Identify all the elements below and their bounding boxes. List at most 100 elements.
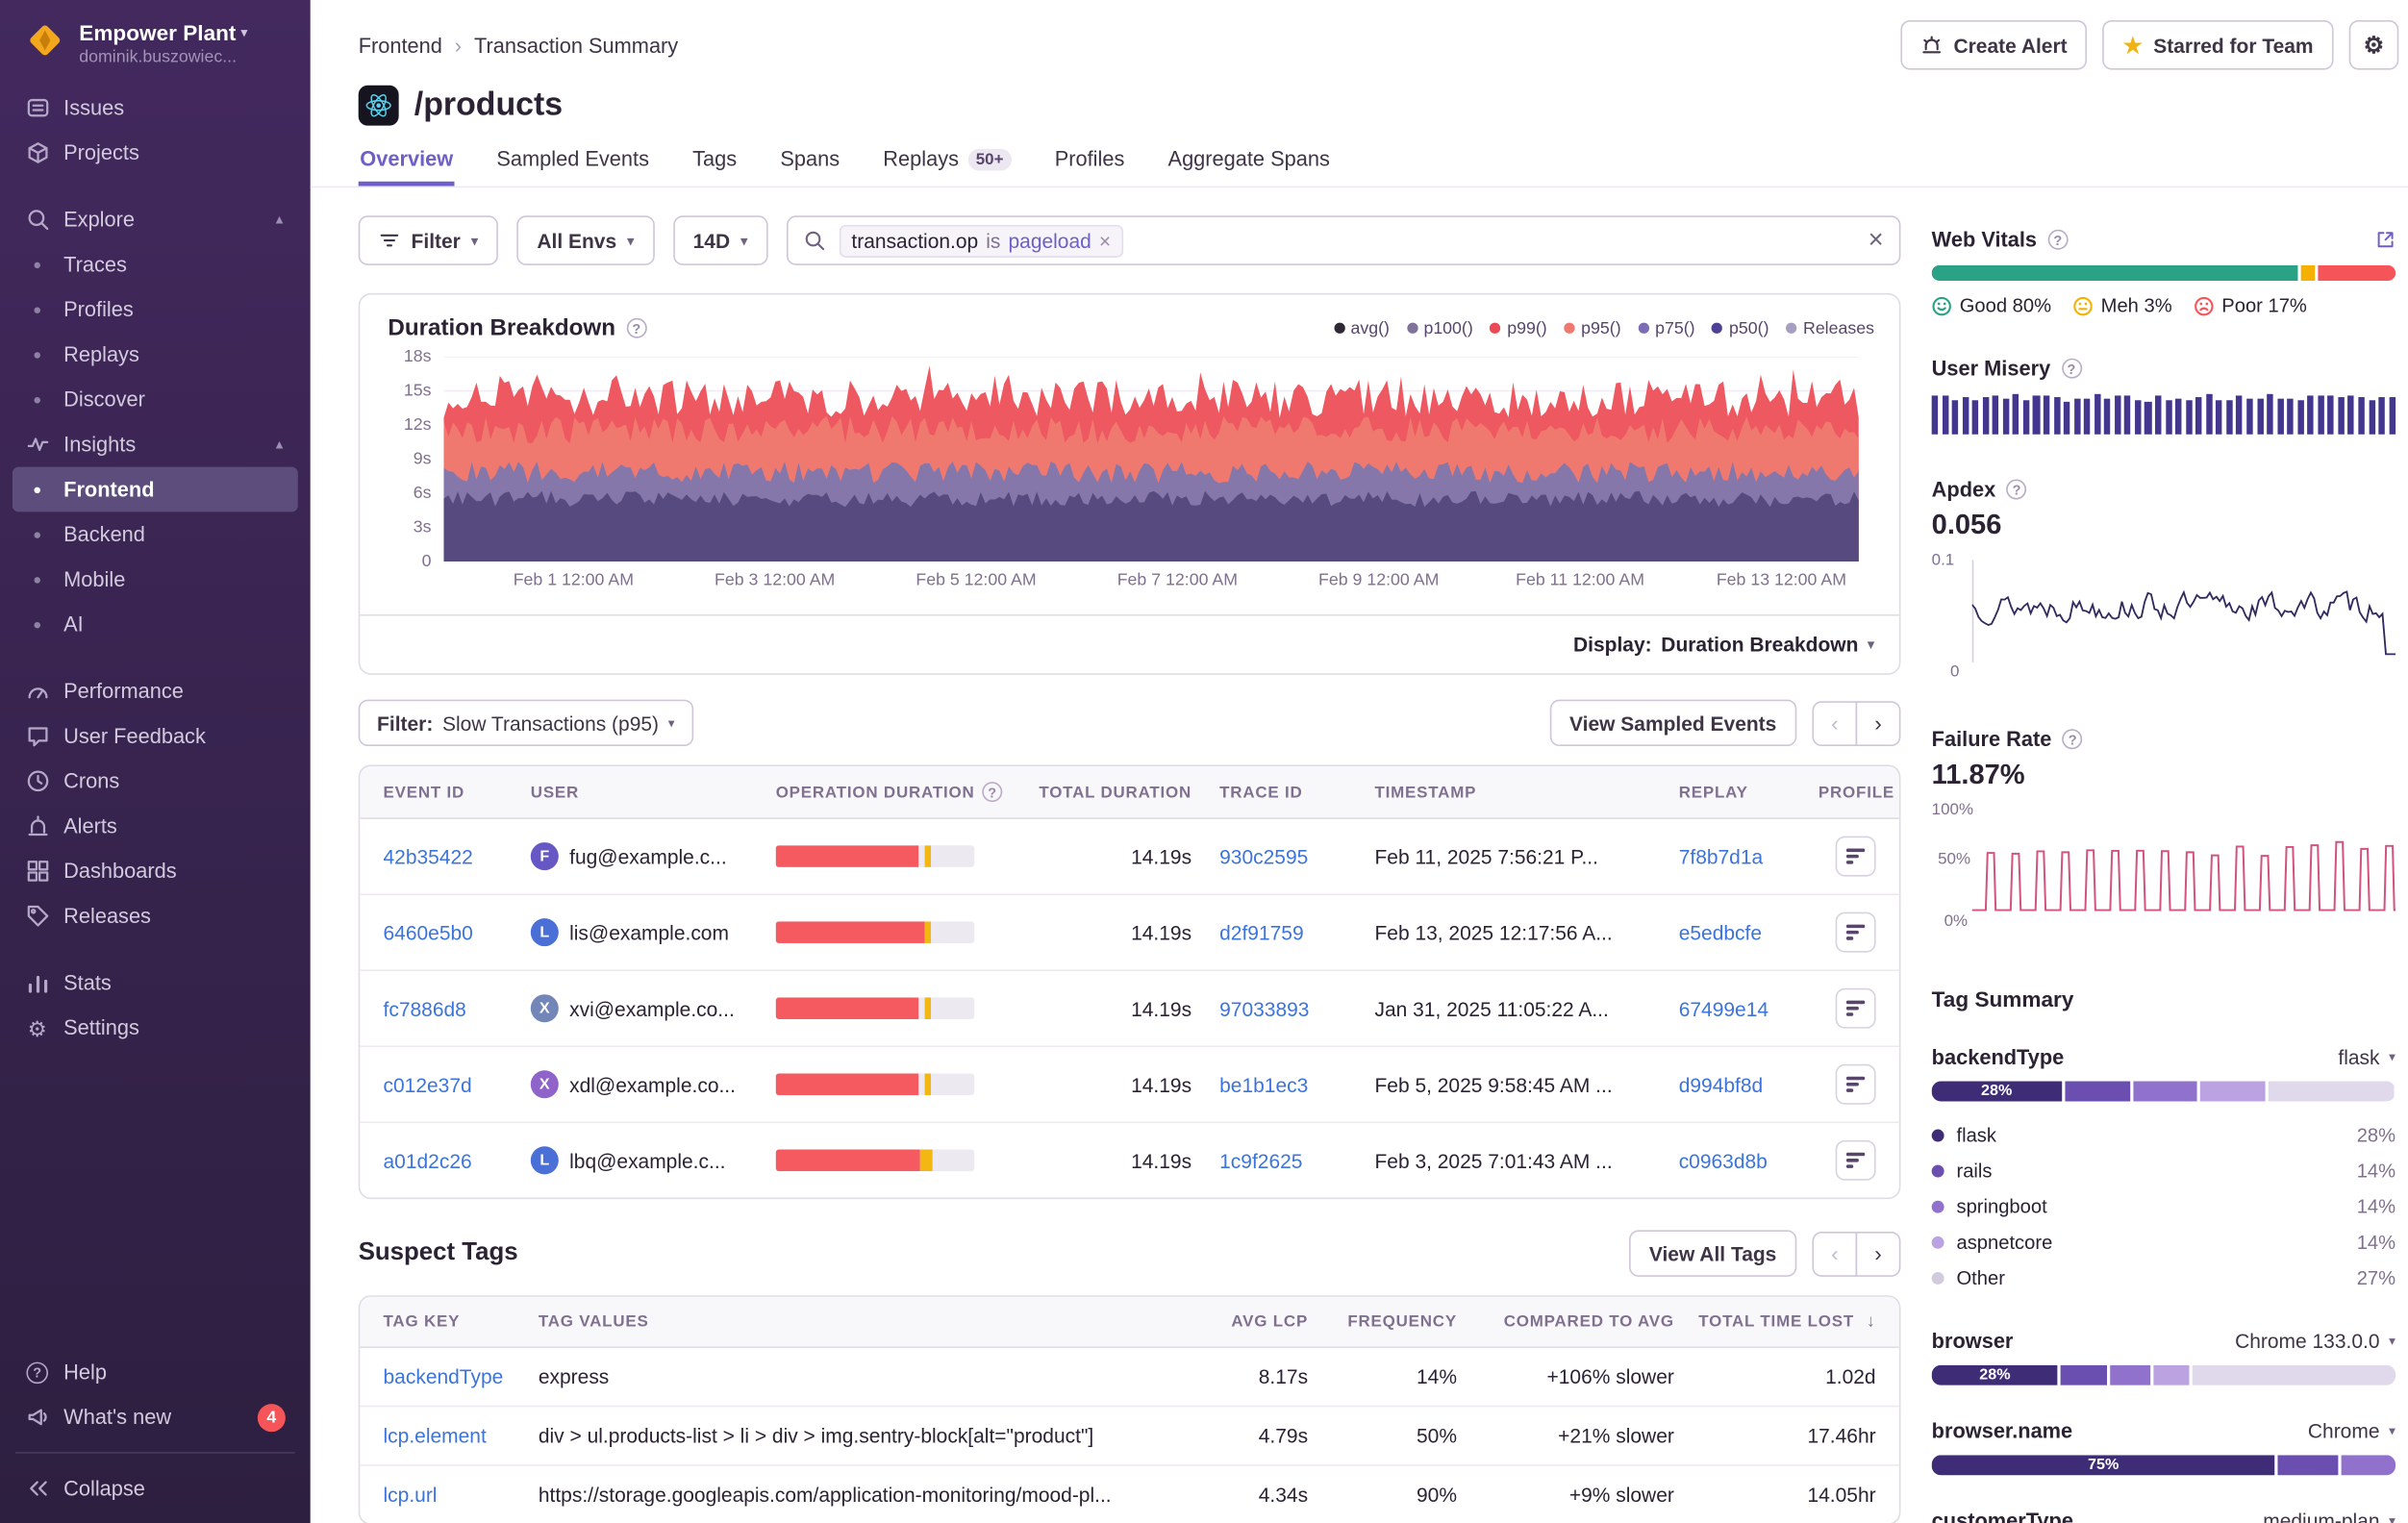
create-alert-button[interactable]: Create Alert [1901, 20, 2088, 70]
tag-group-select[interactable]: medium-plan▾ [2263, 1510, 2395, 1523]
info-icon[interactable]: ? [2007, 480, 2027, 500]
sidebar-item-user-feedback[interactable]: User Feedback [13, 713, 298, 759]
starred-for-team-button[interactable]: ★ Starred for Team [2103, 20, 2334, 70]
info-icon[interactable]: ? [626, 318, 646, 338]
sidebar-item-alerts[interactable]: Alerts [13, 804, 298, 849]
sidebar-item-issues[interactable]: Issues [13, 86, 298, 131]
tab-sampled-events[interactable]: Sampled Events [495, 147, 651, 186]
tag-distribution-bar[interactable]: 28% [1932, 1365, 2395, 1386]
legend-item[interactable]: p99() [1490, 319, 1546, 337]
sidebar-item-help[interactable]: ? Help [13, 1350, 298, 1395]
tag-distribution-bar[interactable]: 75% [1932, 1455, 2395, 1475]
info-icon[interactable]: ? [2061, 359, 2081, 379]
sidebar-item-releases[interactable]: Releases [13, 893, 298, 938]
event-id-link[interactable]: 6460e5b0 [384, 921, 531, 944]
profile-icon[interactable] [1836, 988, 1876, 1029]
tag-key-link[interactable]: lcp.url [384, 1483, 539, 1506]
sidebar-item-backend[interactable]: Backend [13, 512, 298, 557]
replay-link[interactable]: 67499e14 [1679, 997, 1819, 1020]
token-remove-icon[interactable]: × [1099, 229, 1111, 252]
tag-legend-item[interactable]: Other27% [1932, 1260, 2395, 1295]
legend-item[interactable]: Releases [1786, 319, 1874, 337]
org-switcher[interactable]: Empower Plant ▾ dominik.buszowiec... [0, 0, 311, 79]
sidebar-collapse-button[interactable]: Collapse [13, 1466, 298, 1511]
sidebar-item-settings[interactable]: ⚙ Settings [13, 1005, 298, 1050]
transactions-filter-select[interactable]: Filter: Slow Transactions (p95) ▾ [359, 700, 693, 746]
view-sampled-events-button[interactable]: View Sampled Events [1549, 700, 1796, 746]
replay-link[interactable]: d994bf8d [1679, 1073, 1819, 1096]
sidebar-item-ai[interactable]: AI [13, 602, 298, 647]
sidebar-item-crons[interactable]: Crons [13, 759, 298, 804]
tab-overview[interactable]: Overview [359, 147, 455, 186]
search-input[interactable]: transaction.op is pageload × × [787, 215, 1901, 265]
sidebar-item-stats[interactable]: Stats [13, 961, 298, 1006]
next-icon[interactable]: › [1856, 1231, 1901, 1276]
trace-id-link[interactable]: 97033893 [1191, 997, 1374, 1020]
sidebar-item-performance[interactable]: Performance [13, 668, 298, 713]
sidebar-item-traces[interactable]: Traces [13, 242, 298, 287]
profile-icon[interactable] [1836, 912, 1876, 953]
duration-chart[interactable]: 18s15s12s9s6s3s0 [375, 357, 1858, 562]
profile-icon[interactable] [1836, 1140, 1876, 1181]
sidebar-item-dashboards[interactable]: Dashboards [13, 849, 298, 894]
replay-link[interactable]: e5edbcfe [1679, 921, 1819, 944]
settings-button[interactable]: ⚙ [2349, 20, 2399, 70]
event-id-link[interactable]: c012e37d [384, 1073, 531, 1096]
info-icon[interactable]: ? [2047, 230, 2068, 250]
sidebar-item-frontend[interactable]: Frontend [13, 467, 298, 512]
event-id-link[interactable]: fc7886d8 [384, 997, 531, 1020]
tag-group-select[interactable]: Chrome 133.0.0▾ [2235, 1330, 2395, 1353]
sidebar-item-projects[interactable]: Projects [13, 131, 298, 176]
breadcrumb-frontend[interactable]: Frontend [359, 34, 442, 57]
prev-icon[interactable]: ‹ [1812, 700, 1857, 745]
legend-item[interactable]: p50() [1712, 319, 1768, 337]
col-total-time-lost[interactable]: Total Time Lost↓ [1674, 1312, 1876, 1331]
legend-item[interactable]: p75() [1638, 319, 1694, 337]
tag-group-select[interactable]: Chrome▾ [2308, 1419, 2395, 1442]
search-clear-icon[interactable]: × [1869, 225, 1884, 256]
replay-link[interactable]: 7f8b7d1a [1679, 844, 1819, 867]
next-icon[interactable]: › [1856, 700, 1901, 745]
profile-icon[interactable] [1836, 836, 1876, 877]
tab-profiles[interactable]: Profiles [1053, 147, 1126, 186]
date-range-select[interactable]: 14D ▾ [673, 215, 768, 265]
tag-group-select[interactable]: flask▾ [2338, 1045, 2395, 1068]
display-select[interactable]: Duration Breakdown ▾ [1661, 633, 1874, 656]
legend-item[interactable]: p95() [1564, 319, 1620, 337]
sidebar-section-insights[interactable]: Insights ▲ [13, 422, 298, 467]
tab-aggregate-spans[interactable]: Aggregate Spans [1166, 147, 1332, 186]
legend-item[interactable]: avg() [1334, 319, 1390, 337]
tag-key-link[interactable]: backendType [384, 1365, 539, 1388]
tag-legend-item[interactable]: springboot14% [1932, 1188, 2395, 1224]
legend-item[interactable]: p100() [1407, 319, 1473, 337]
sidebar-item-discover[interactable]: Discover [13, 377, 298, 422]
tab-spans[interactable]: Spans [779, 147, 841, 186]
tab-tags[interactable]: Tags [691, 147, 739, 186]
sidebar-item-replays[interactable]: Replays [13, 332, 298, 377]
tag-legend-item[interactable]: aspnetcore14% [1932, 1224, 2395, 1260]
tag-key-link[interactable]: lcp.element [384, 1424, 539, 1447]
replay-link[interactable]: c0963d8b [1679, 1149, 1819, 1172]
filter-button[interactable]: Filter ▾ [359, 215, 498, 265]
prev-icon[interactable]: ‹ [1812, 1231, 1857, 1276]
event-id-link[interactable]: 42b35422 [384, 844, 531, 867]
event-id-link[interactable]: a01d2c26 [384, 1149, 531, 1172]
trace-id-link[interactable]: be1b1ec3 [1191, 1073, 1374, 1096]
tag-legend-item[interactable]: flask28% [1932, 1117, 2395, 1153]
sidebar-item-whats-new[interactable]: What's new 4 [13, 1394, 298, 1439]
info-icon[interactable]: ? [983, 782, 1003, 802]
sidebar-item-mobile[interactable]: Mobile [13, 557, 298, 602]
tag-distribution-bar[interactable]: 28% [1932, 1082, 2395, 1102]
sidebar-section-explore[interactable]: Explore ▲ [13, 197, 298, 242]
tab-replays[interactable]: Replays50+ [882, 147, 1013, 186]
trace-id-link[interactable]: 1c9f2625 [1191, 1149, 1374, 1172]
sidebar-item-profiles[interactable]: Profiles [13, 287, 298, 332]
environment-select[interactable]: All Envs ▾ [516, 215, 654, 265]
profile-icon[interactable] [1836, 1064, 1876, 1105]
view-all-tags-button[interactable]: View All Tags [1629, 1230, 1796, 1276]
trace-id-link[interactable]: 930c2595 [1191, 844, 1374, 867]
trace-id-link[interactable]: d2f91759 [1191, 921, 1374, 944]
info-icon[interactable]: ? [2063, 729, 2083, 749]
tag-legend-item[interactable]: rails14% [1932, 1153, 2395, 1188]
search-token[interactable]: transaction.op is pageload × [840, 224, 1124, 257]
